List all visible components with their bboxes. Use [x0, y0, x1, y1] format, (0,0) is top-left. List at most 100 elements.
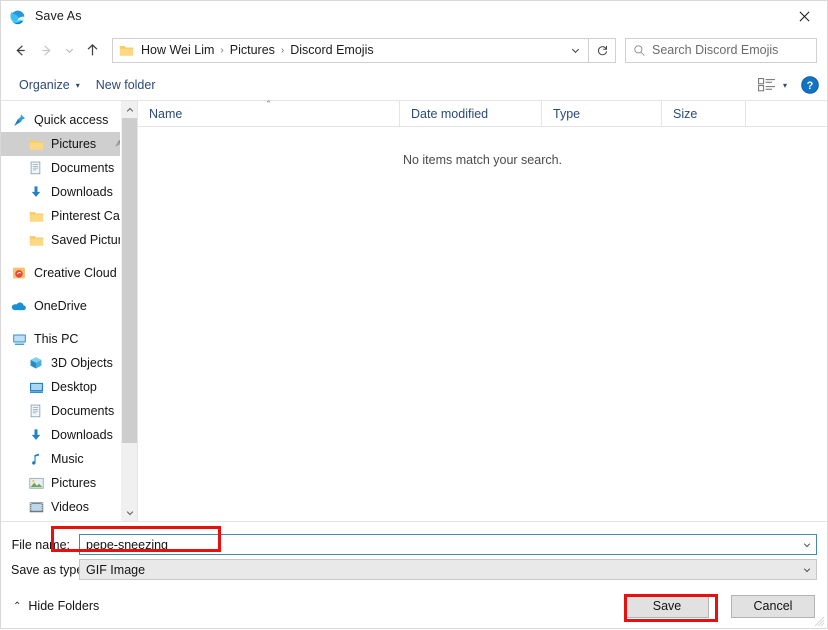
sidebar-item-music[interactable]: Music — [1, 447, 137, 471]
sidebar-label: Creative Cloud Fil — [34, 266, 134, 280]
organize-label: Organize — [19, 77, 70, 92]
this-pc-icon — [11, 331, 27, 347]
save-form: File name: pepe-sneezing Save as type: G… — [1, 521, 827, 584]
recent-locations-button[interactable] — [59, 37, 79, 63]
dialog-body: Quick access Pictures Documents Download… — [1, 99, 827, 521]
sidebar-scrollbar[interactable] — [120, 101, 137, 521]
desktop-icon — [28, 379, 44, 395]
sidebar-label: Videos — [51, 500, 89, 514]
empty-message: No items match your search. — [402, 153, 563, 167]
3d-objects-icon — [28, 355, 44, 371]
breadcrumb-item-1[interactable]: Pictures — [225, 43, 280, 57]
column-label: Date modified — [411, 106, 489, 121]
sidebar-label: Downloads — [51, 428, 113, 442]
breadcrumb-separator[interactable]: › — [280, 45, 285, 56]
sidebar-item-pictures-pc[interactable]: Pictures — [1, 471, 137, 495]
sidebar-item-documents-quick[interactable]: Documents — [1, 156, 137, 180]
column-header-size[interactable]: Size — [662, 101, 746, 126]
sidebar-label: Documents — [51, 404, 115, 418]
sidebar-item-pictures-quick[interactable]: Pictures — [1, 132, 137, 156]
svg-text:?: ? — [807, 80, 814, 92]
file-name-value: pepe-sneezing — [86, 537, 169, 552]
edge-logo-icon — [9, 8, 26, 25]
column-header-name[interactable]: ⌃ Name — [138, 99, 400, 126]
sidebar-label: OneDrive — [34, 299, 87, 313]
chevron-down-icon[interactable] — [797, 565, 816, 575]
help-button[interactable]: ? — [801, 75, 819, 94]
resize-grip-icon[interactable] — [813, 615, 825, 627]
chevron-down-icon[interactable] — [797, 540, 816, 550]
creative-cloud-icon — [11, 265, 27, 281]
pictures-icon — [28, 475, 44, 491]
sidebar-item-saved-pictures[interactable]: Saved Pictures — [1, 228, 137, 252]
view-list-icon[interactable] — [758, 77, 776, 92]
sidebar-item-this-pc[interactable]: This PC — [1, 327, 137, 351]
close-icon[interactable] — [781, 1, 827, 31]
back-button[interactable] — [7, 37, 33, 63]
window-title: Save As — [35, 9, 82, 23]
search-placeholder: Search Discord Emojis — [652, 43, 779, 57]
sidebar-item-downloads-pc[interactable]: Downloads — [1, 423, 137, 447]
view-options-chevron-icon[interactable]: ▾ — [776, 81, 797, 90]
breadcrumb-item-0[interactable]: How Wei Lim — [136, 43, 219, 57]
folder-icon — [28, 136, 44, 152]
column-label: Size — [673, 106, 698, 121]
save-as-type-value: GIF Image — [86, 562, 146, 577]
sidebar-item-quick-access[interactable]: Quick access — [1, 108, 137, 132]
up-button[interactable] — [79, 37, 105, 63]
hide-folders-button[interactable]: ⌃ Hide Folders — [13, 599, 99, 613]
download-arrow-icon — [28, 184, 44, 200]
file-list-empty-area[interactable]: No items match your search. — [138, 127, 827, 521]
sidebar-label: Music — [51, 452, 84, 466]
sidebar-item-onedrive[interactable]: OneDrive — [1, 294, 137, 318]
save-button[interactable]: Save — [625, 594, 709, 618]
organize-button[interactable]: Organize ▾ — [11, 75, 88, 95]
sidebar-label: Desktop — [51, 380, 97, 394]
sidebar-item-documents-pc[interactable]: Documents — [1, 399, 137, 423]
save-as-type-label: Save as type: — [11, 562, 87, 577]
search-input[interactable]: Search Discord Emojis — [625, 37, 817, 63]
breadcrumb[interactable]: How Wei Lim › Pictures › Discord Emojis — [112, 37, 589, 63]
sidebar-label: Pictures — [51, 137, 97, 151]
save-as-type-select[interactable]: GIF Image — [79, 559, 817, 580]
sidebar-label: Quick access — [34, 113, 109, 127]
sidebar-label: This PC — [34, 332, 79, 346]
sidebar-label: Downloads — [51, 185, 113, 199]
column-header-type[interactable]: Type — [542, 101, 662, 126]
sidebar-item-downloads-quick[interactable]: Downloads — [1, 180, 137, 204]
new-folder-label: New folder — [95, 77, 156, 92]
dialog-footer: ⌃ Hide Folders Save Cancel — [1, 584, 827, 628]
pin-star-icon — [11, 112, 27, 128]
address-dropdown-icon[interactable] — [564, 39, 586, 62]
folder-icon — [28, 232, 44, 248]
sidebar-item-videos[interactable]: Videos — [1, 495, 137, 519]
file-name-label: File name: — [11, 537, 70, 552]
column-label: Name — [149, 106, 183, 121]
sidebar-item-creative-cloud-files[interactable]: Creative Cloud Fil — [1, 261, 137, 285]
folder-icon — [119, 44, 134, 57]
scroll-up-icon[interactable] — [121, 101, 137, 118]
breadcrumb-separator[interactable]: › — [219, 45, 224, 56]
forward-button — [33, 37, 59, 63]
documents-icon — [28, 160, 44, 176]
command-toolbar: Organize ▾ New folder ▾ ? — [1, 69, 827, 101]
column-header-filler — [746, 101, 827, 126]
sidebar-item-3d-objects[interactable]: 3D Objects — [1, 351, 137, 375]
refresh-button[interactable] — [589, 37, 616, 63]
sidebar-item-pinterest-case-st[interactable]: Pinterest Case St — [1, 204, 137, 228]
breadcrumb-item-2[interactable]: Discord Emojis — [285, 43, 378, 57]
column-header-date-modified[interactable]: Date modified — [400, 101, 542, 126]
navigation-pane: Quick access Pictures Documents Download… — [1, 101, 137, 521]
sort-ascending-icon: ⌃ — [264, 99, 273, 109]
folder-icon — [28, 208, 44, 224]
scroll-down-icon[interactable] — [121, 504, 137, 521]
onedrive-cloud-icon — [11, 298, 27, 314]
file-name-input[interactable]: pepe-sneezing — [79, 534, 817, 555]
sidebar-label: 3D Objects — [51, 356, 113, 370]
new-folder-button[interactable]: New folder — [88, 75, 164, 95]
cancel-button[interactable]: Cancel — [731, 594, 815, 618]
scrollbar-thumb[interactable] — [122, 118, 137, 443]
sidebar-item-desktop[interactable]: Desktop — [1, 375, 137, 399]
